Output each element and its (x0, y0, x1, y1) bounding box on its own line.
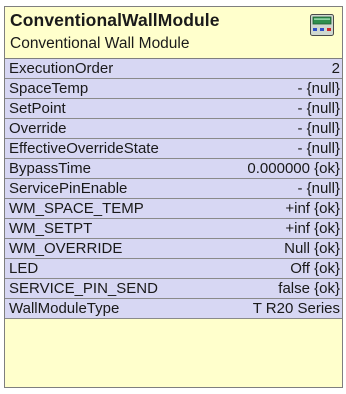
property-row-override[interactable]: Override - {null} (5, 119, 342, 139)
property-name: LED (9, 260, 39, 277)
property-value: - {null} (297, 140, 340, 157)
property-row-bypass-time[interactable]: BypassTime 0.000000 {ok} (5, 159, 342, 179)
property-row-wm-override[interactable]: WM_OVERRIDE Null {ok} (5, 239, 342, 259)
property-name: WM_OVERRIDE (9, 240, 123, 257)
property-name: SpaceTemp (9, 80, 89, 97)
property-name: WM_SPACE_TEMP (9, 200, 144, 217)
property-value: false {ok} (278, 280, 340, 297)
property-name: SetPoint (9, 100, 66, 117)
wall-module-icon (310, 14, 334, 36)
property-value: +inf {ok} (285, 220, 340, 237)
property-row-effective-override-state[interactable]: EffectiveOverrideState - {null} (5, 139, 342, 159)
property-row-service-pin-send[interactable]: SERVICE_PIN_SEND false {ok} (5, 279, 342, 299)
block-header[interactable]: ConventionalWallModule Conventional Wall… (5, 7, 342, 59)
property-row-service-pin-enable[interactable]: ServicePinEnable - {null} (5, 179, 342, 199)
wall-module-block[interactable]: ConventionalWallModule Conventional Wall… (4, 6, 343, 388)
property-value: 2 (331, 60, 340, 77)
block-footer (5, 319, 342, 369)
property-row-wm-setpt[interactable]: WM_SETPT +inf {ok} (5, 219, 342, 239)
property-row-execution-order[interactable]: ExecutionOrder 2 (5, 59, 342, 79)
property-value: - {null} (297, 120, 340, 137)
property-name: WallModuleType (9, 300, 120, 317)
property-value: Null {ok} (284, 240, 340, 257)
block-subtitle: Conventional Wall Module (10, 35, 190, 52)
property-name: WM_SETPT (9, 220, 93, 237)
property-name: SERVICE_PIN_SEND (9, 280, 158, 297)
property-name: EffectiveOverrideState (9, 140, 159, 157)
property-row-set-point[interactable]: SetPoint - {null} (5, 99, 342, 119)
property-value: +inf {ok} (285, 200, 340, 217)
property-list: ExecutionOrder 2 SpaceTemp - {null} SetP… (5, 59, 342, 319)
property-value: - {null} (297, 180, 340, 197)
property-name: BypassTime (9, 160, 91, 177)
property-value: - {null} (297, 80, 340, 97)
property-row-wall-module-type[interactable]: WallModuleType T R20 Series (5, 299, 342, 319)
property-value: Off {ok} (290, 260, 340, 277)
property-value: 0.000000 {ok} (247, 160, 340, 177)
property-row-wm-space-temp[interactable]: WM_SPACE_TEMP +inf {ok} (5, 199, 342, 219)
property-value: T R20 Series (252, 300, 340, 317)
property-name: ExecutionOrder (9, 60, 114, 77)
property-value: - {null} (297, 100, 340, 117)
property-name: ServicePinEnable (9, 180, 128, 197)
property-row-led[interactable]: LED Off {ok} (5, 259, 342, 279)
property-row-space-temp[interactable]: SpaceTemp - {null} (5, 79, 342, 99)
block-title: ConventionalWallModule (10, 10, 220, 30)
property-name: Override (9, 120, 67, 137)
